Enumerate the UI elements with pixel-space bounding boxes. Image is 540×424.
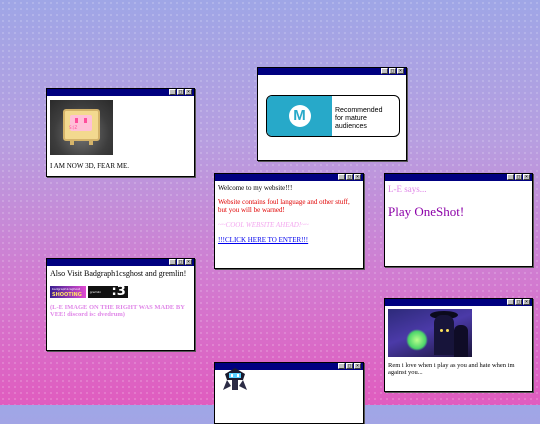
rating-line-1: Recommended (335, 107, 383, 114)
maximize-button[interactable]: □ (389, 68, 396, 74)
minimize-button[interactable]: _ (507, 174, 514, 180)
close-button[interactable]: × (397, 68, 404, 74)
tv-photo: S:)Z (50, 100, 113, 155)
rating-line-2: for mature (335, 115, 367, 122)
maximize-button[interactable]: □ (346, 174, 353, 180)
enter-link[interactable]: !!!CLICK HERE TO ENTER!!! (218, 236, 360, 244)
window-titlebar[interactable]: _ □ × (385, 299, 532, 306)
mature-rating-badge: M Recommended for mature audiences (266, 95, 400, 137)
minimize-button[interactable]: _ (381, 68, 388, 74)
rating-letter: M (288, 105, 311, 127)
window-rating: _ □ × M Recommended for mature audiences (257, 67, 407, 161)
window-robot: _ □ × (214, 362, 364, 424)
minimize-button[interactable]: _ (169, 259, 176, 265)
maximize-button[interactable]: □ (515, 174, 522, 180)
maximize-button[interactable]: □ (515, 299, 522, 305)
le-says: L-E says... (388, 184, 427, 194)
minimize-button[interactable]: _ (338, 174, 345, 180)
banner2-big: :3 (111, 284, 126, 299)
badgraph-banner[interactable]: badgraph1csghost SHOOTING (50, 286, 86, 298)
maximize-button[interactable]: □ (177, 259, 184, 265)
play-oneshot-message: Play OneShot! (388, 204, 465, 219)
window-titlebar[interactable]: _ □ × (47, 89, 194, 96)
visit-title: Also Visit Badgraph1csghost and gremlin! (50, 269, 187, 278)
content-warning: Website contains foul language and other… (218, 198, 350, 214)
maximize-button[interactable]: □ (346, 363, 353, 369)
cool-website-ahead: ~~COOL WEBSITE AHEAD!~~ (218, 221, 309, 229)
minimize-button[interactable]: _ (507, 299, 514, 305)
welcome-heading: Welcome to my website!!! (218, 184, 293, 192)
close-button[interactable]: × (523, 299, 530, 305)
close-button[interactable]: × (185, 259, 192, 265)
rem-caption: Rem i love when i play as you and hate w… (388, 362, 515, 376)
rem-artwork (388, 309, 472, 357)
banner1-main: SHOOTING (52, 292, 82, 298)
maximize-button[interactable]: □ (177, 89, 184, 95)
window-titlebar[interactable]: _ □ × (47, 259, 194, 266)
window-oneshot: _ □ × L-E says... Play OneShot! (384, 173, 533, 267)
robot-icon (223, 368, 247, 390)
window-welcome: _ □ × Welcome to my website!!! Website c… (214, 173, 364, 269)
banner1-top: badgraph1csghost (52, 287, 80, 291)
close-button[interactable]: × (523, 174, 530, 180)
minimize-button[interactable]: _ (338, 363, 345, 369)
gremlin-banner[interactable]: gremlin :3 (87, 284, 128, 299)
window-titlebar[interactable]: _ □ × (215, 174, 363, 181)
fear-caption: I AM NOW 3D, FEAR ME. (50, 162, 130, 170)
banner2-text: gremlin (89, 290, 102, 294)
window-titlebar[interactable]: _ □ × (258, 68, 406, 75)
tv-label: S:)Z (69, 125, 78, 130)
close-button[interactable]: × (354, 174, 361, 180)
close-button[interactable]: × (354, 363, 361, 369)
window-fear: _ □ × S:)Z I AM NOW 3D, FEAR ME. (46, 88, 195, 177)
rating-line-3: audiences (335, 123, 367, 130)
window-badges: _ □ × Also Visit Badgraph1csghost and gr… (46, 258, 195, 351)
window-titlebar[interactable]: _ □ × (385, 174, 532, 181)
image-credit: (L-E IMAGE ON THE RIGHT WAS MADE BY VEE!… (50, 304, 185, 318)
minimize-button[interactable]: _ (169, 89, 176, 95)
tv-character: S:)Z (63, 109, 100, 145)
window-rem: _ □ × Rem i love when i play as you and … (384, 298, 533, 392)
close-button[interactable]: × (185, 89, 192, 95)
